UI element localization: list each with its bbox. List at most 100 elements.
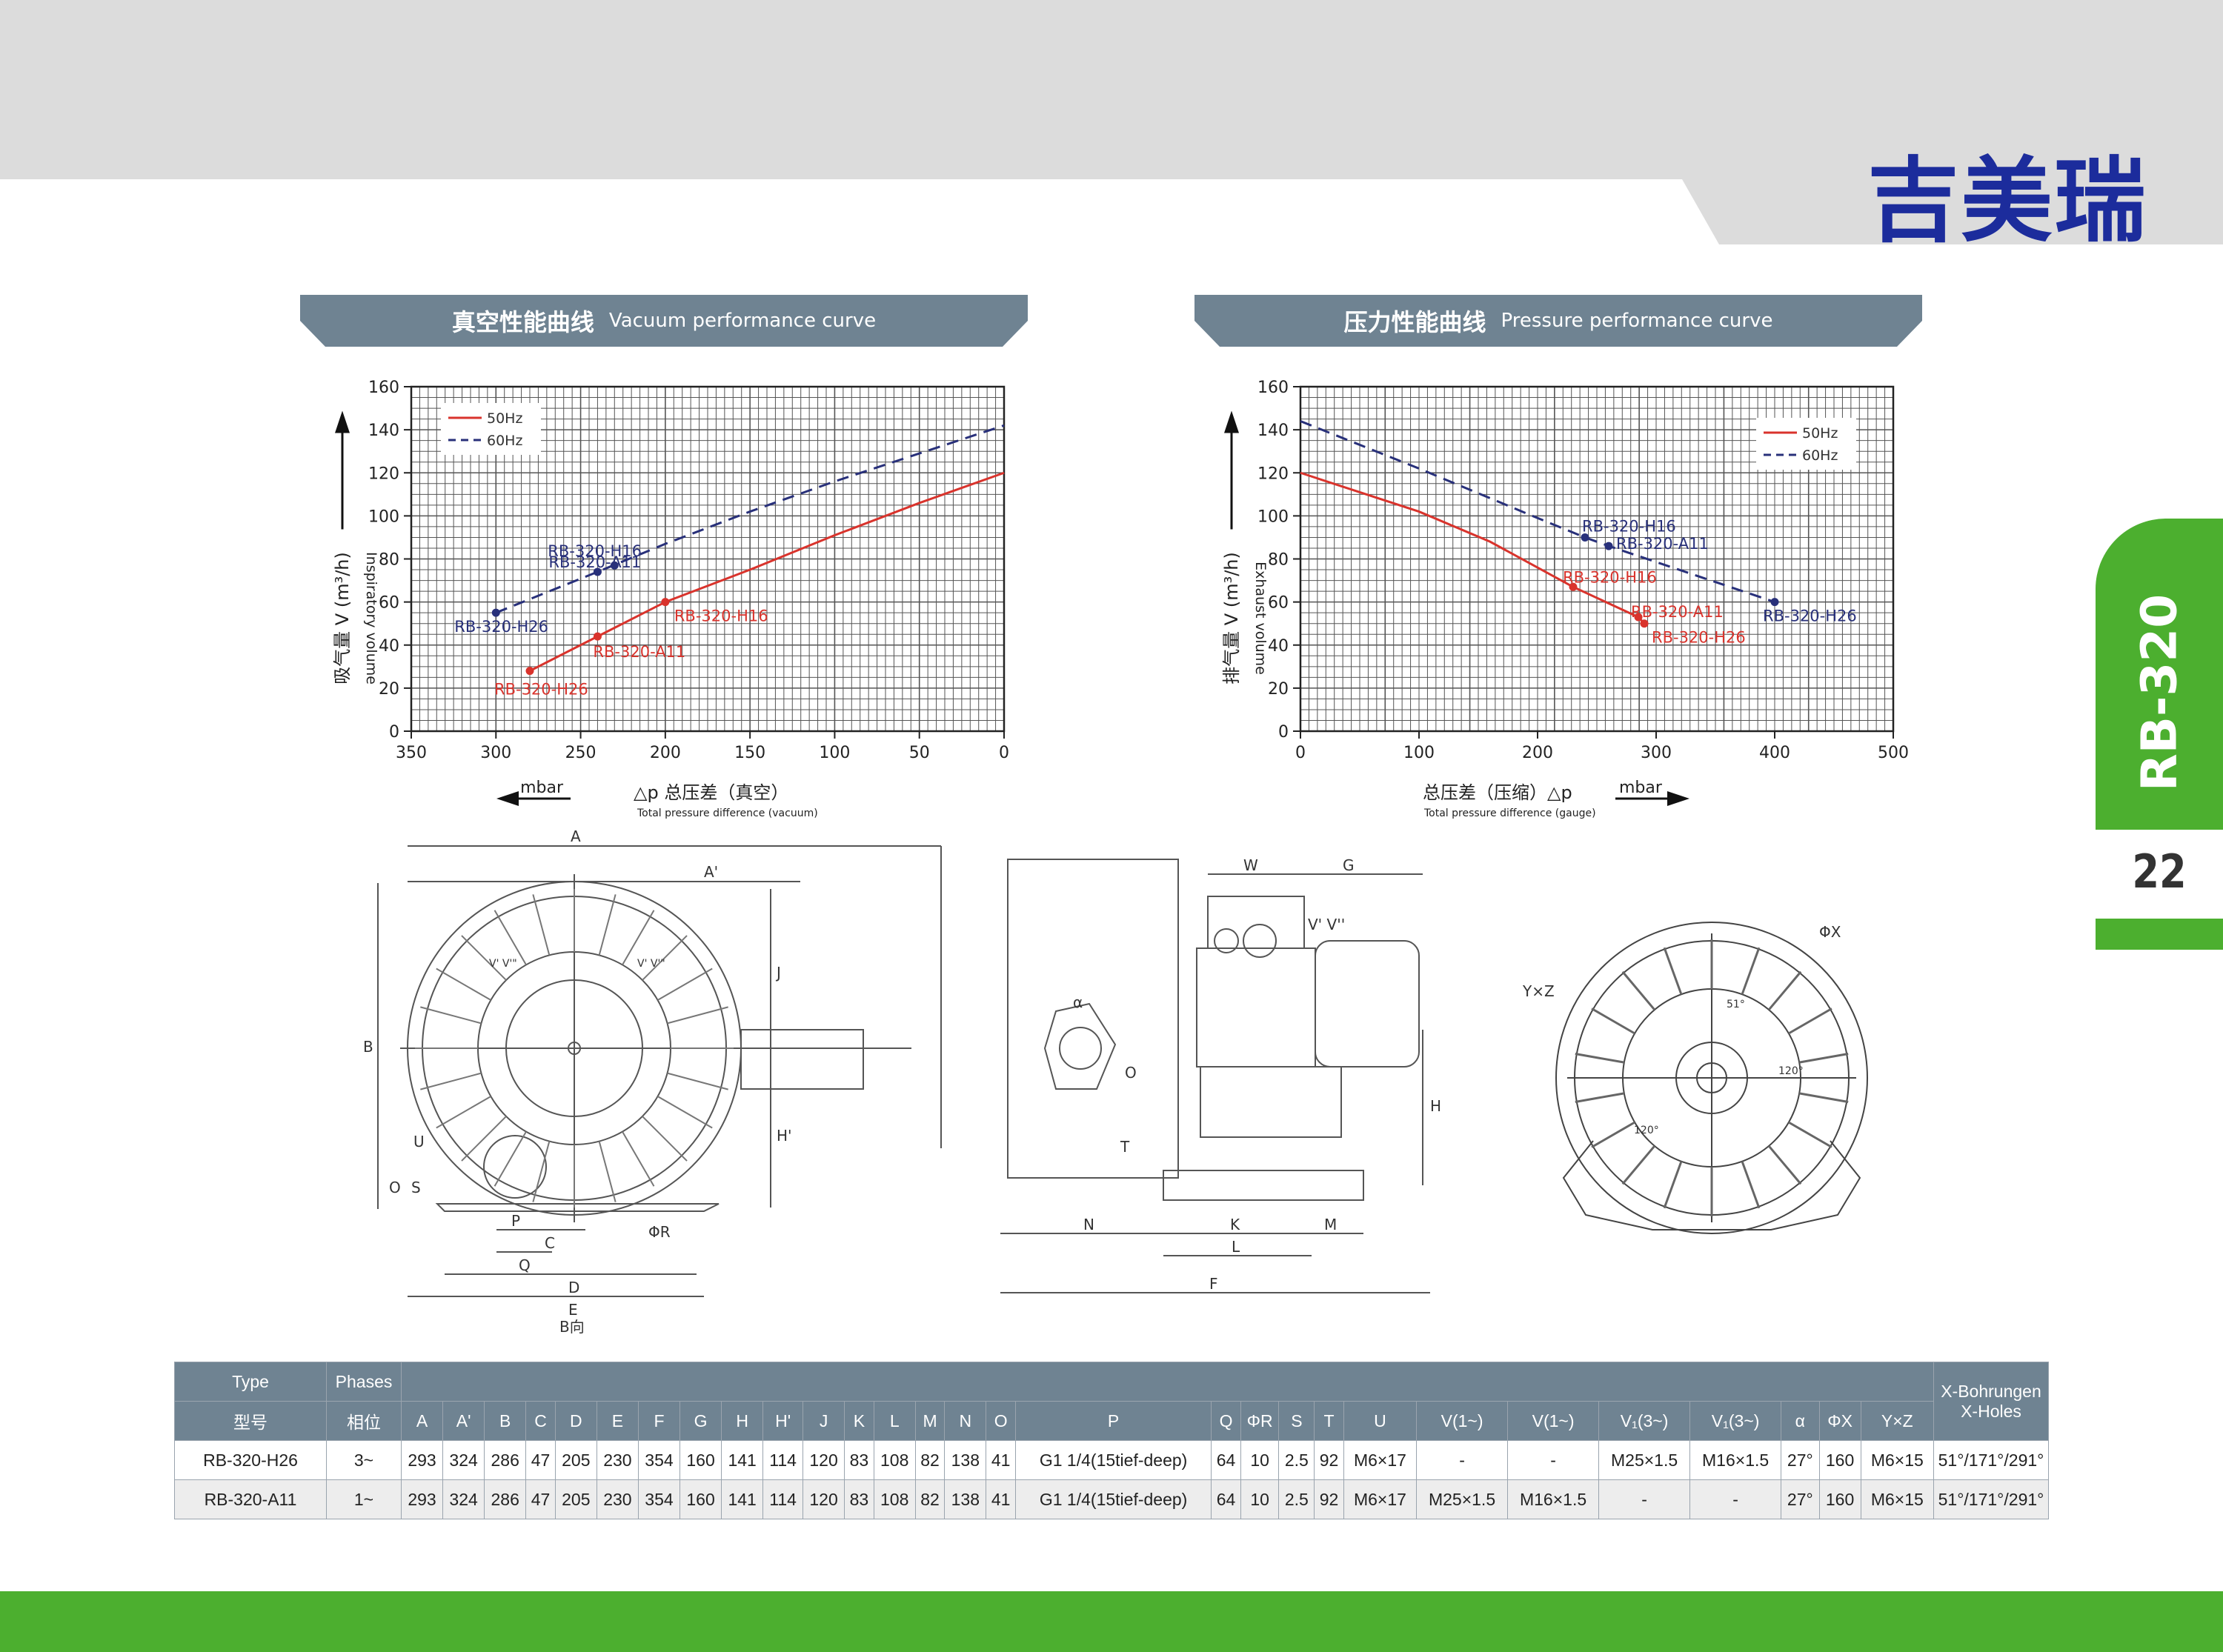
brand-logo-text: 吉美瑞 (1867, 148, 2148, 255)
dim-label-n: N (1083, 1216, 1094, 1233)
angle-label-right: 120° (1778, 1065, 1804, 1077)
x-tick-label: 500 (1878, 744, 1909, 762)
table-header-cell: Q (1211, 1401, 1241, 1441)
x-tick-label: 200 (1522, 744, 1553, 762)
table-header-cell: H' (762, 1401, 804, 1441)
th-spacer (401, 1362, 1934, 1402)
vent-label-left: V' V'" (489, 958, 517, 970)
point-label: RB-320-H26 (1763, 607, 1857, 625)
table-cell: 324 (442, 1440, 485, 1480)
model-label: RB-320 (2130, 594, 2188, 792)
legend-label: 60Hz (487, 433, 522, 449)
table-cell: G1 1/4(15tief-deep) (1014, 1479, 1212, 1519)
angle-label-left: 120° (1634, 1125, 1659, 1136)
y-tick-label: 120 (1257, 464, 1289, 483)
table-header-cell: S (1278, 1401, 1315, 1441)
th-xholes: X-Bohrungen X-Holes (1933, 1362, 2049, 1441)
table-header-cell: V(1~) (1507, 1401, 1600, 1441)
table-header-cell: M (914, 1401, 946, 1441)
table-cell: 82 (914, 1440, 946, 1480)
y-axis-label-en: Exhaust volume (1252, 562, 1269, 675)
table-cell: M6×17 (1343, 1440, 1418, 1480)
point-label: RB-320-H16 (1582, 517, 1676, 535)
table-header-cell: V(1~) (1416, 1401, 1509, 1441)
x-tick-label: 350 (396, 744, 427, 762)
dim-label-phi-r: ΦR (648, 1223, 671, 1241)
table-header-cell: O (986, 1401, 1016, 1441)
view-label-b: B向 (559, 1318, 585, 1333)
table-header-cell: T (1314, 1401, 1344, 1441)
dim-label-w: W (1243, 856, 1258, 874)
dim-label-h-prime: H' (777, 1127, 792, 1145)
table-cell: 114 (762, 1440, 804, 1480)
chart-legend: 50Hz 60Hz (1756, 418, 1856, 470)
data-point (1604, 542, 1613, 550)
y-tick-label: 140 (368, 422, 399, 440)
table-cell: 230 (596, 1440, 639, 1480)
side-accent-bar (2096, 919, 2223, 950)
table-header-cell: ΦR (1240, 1401, 1280, 1441)
table-cell: RB-320-A11 (174, 1479, 327, 1519)
vent-label-right: V' V'" (637, 958, 665, 970)
dim-label-u: U (413, 1133, 425, 1150)
y-tick-label: 20 (379, 680, 399, 699)
table-cell: 286 (484, 1440, 527, 1480)
table-header-cell: U (1343, 1401, 1418, 1441)
y-tick-label: 60 (1268, 594, 1289, 613)
y-tick-label: 60 (379, 594, 399, 613)
x-axis-label-en: Total pressure difference (gauge) (1423, 807, 1596, 819)
table-cell: 120 (803, 1440, 845, 1480)
dim-label-a-prime: A' (704, 863, 718, 881)
table-header-cell: A (400, 1401, 444, 1441)
dim-label-j: J (775, 964, 781, 982)
table-row: RB-320-A11 1~ 293 324 286 47 205 230 354 160 141 11… (174, 1479, 2049, 1519)
table-cell: 160 (1818, 1440, 1861, 1480)
y-axis-label: 吸气量 V (m³/h) (332, 552, 353, 685)
table-cell: 41 (986, 1479, 1016, 1519)
table-header-cell: V₁(3~) (1598, 1401, 1691, 1441)
table-header-cell: ΦX (1818, 1401, 1861, 1441)
table-cell: 230 (596, 1479, 639, 1519)
table-cell: - (1416, 1440, 1509, 1480)
dim-label-c: C (545, 1234, 555, 1252)
dim-label-k: K (1230, 1216, 1240, 1233)
table-cell: 141 (721, 1440, 764, 1480)
legend-label: 50Hz (1802, 425, 1838, 442)
th-xholes-en: X-Holes (1961, 1401, 2021, 1421)
table-cell: - (1689, 1479, 1782, 1519)
table-cell: 324 (442, 1479, 485, 1519)
table-row: RB-320-H26 3~ 293 324 286 47 205 230 354 160 141 11… (174, 1440, 2049, 1480)
table-cell: 64 (1211, 1440, 1241, 1480)
data-point (1770, 598, 1779, 607)
table-cell: 3~ (326, 1440, 402, 1480)
page-number: 22 (2132, 845, 2187, 899)
table-cell: - (1507, 1440, 1600, 1480)
dim-label-q: Q (519, 1256, 531, 1274)
table-cell: RB-320-H26 (174, 1440, 327, 1480)
specification-table: Type Phases X-Bohrungen X-Holes 型号 相位 A A' B C… (174, 1362, 2049, 1519)
table-header-cell: α (1781, 1401, 1820, 1441)
point-label: RB-320-H26 (494, 681, 588, 699)
table-cell: 27° (1781, 1479, 1820, 1519)
dim-label-p: P (511, 1212, 520, 1230)
table-header-cell: V₁(3~) (1689, 1401, 1782, 1441)
data-point (491, 608, 500, 617)
y-tick-label: 0 (1278, 723, 1289, 742)
point-label: RB-320-A11 (1631, 603, 1724, 621)
legend-label: 50Hz (487, 410, 522, 427)
y-tick-label: 120 (368, 464, 399, 483)
dim-label-m: M (1324, 1216, 1337, 1233)
x-tick-label: 0 (1295, 744, 1306, 762)
table-cell: M6×15 (1860, 1440, 1935, 1480)
table-cell: 286 (484, 1479, 527, 1519)
vacuum-title-en: Vacuum performance curve (608, 310, 877, 332)
pressure-title-zh: 压力性能曲线 (1343, 308, 1486, 336)
table-cell: 293 (400, 1440, 444, 1480)
data-point (593, 632, 602, 641)
side-view-drawing: W G V' V'' α O T H N K M L F (1000, 856, 1441, 1293)
dim-label-alpha: α (1073, 993, 1083, 1011)
x-tick-label: 100 (819, 744, 850, 762)
table-cell: 138 (944, 1479, 987, 1519)
table-cell: - (1598, 1479, 1691, 1519)
table-cell: 120 (803, 1479, 845, 1519)
